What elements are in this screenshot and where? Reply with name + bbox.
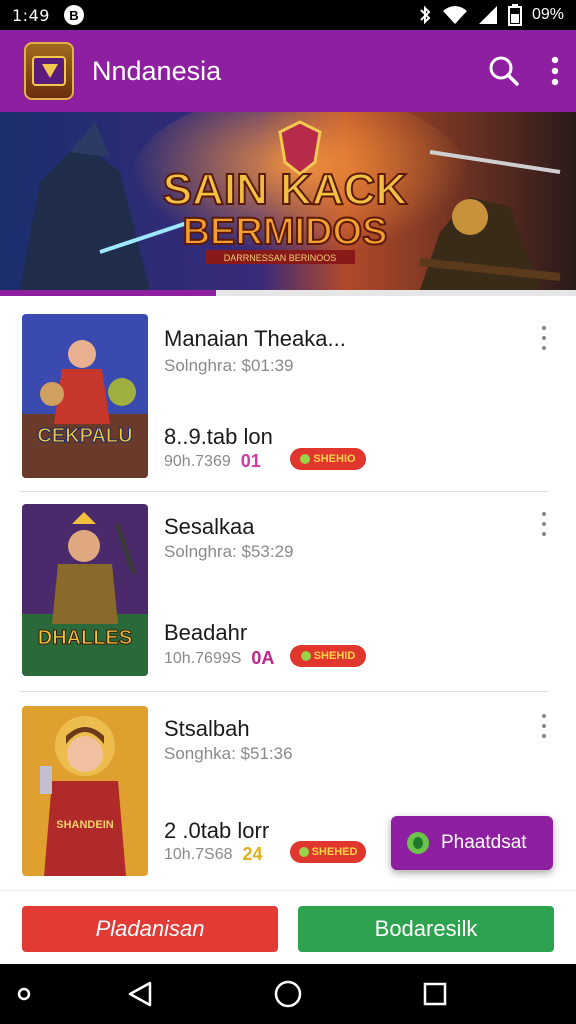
system-nav-bar	[0, 964, 576, 1024]
item-meta-accent: 0A	[251, 648, 275, 668]
list-item[interactable]: DHALLES Sesalkaa Solnghra: $53:29 Beadah…	[0, 492, 576, 692]
item-tag: SHEHID	[290, 645, 366, 667]
item-tag: SHEHED	[290, 841, 366, 863]
fab-icon	[407, 832, 429, 854]
list-item[interactable]: CEKPALU Manaiаn Theaka... Solnghra: $01:…	[0, 296, 576, 492]
bottom-action-bar: Pladanisan Bodaresilk	[0, 890, 576, 964]
thumbnail-label: DHALLES	[38, 627, 132, 649]
item-subtitle: Solnghra: $01:39	[164, 356, 294, 375]
banner-artwork: SAIN KACK BERMIDOS DARRNESSAN BERINOOS	[0, 112, 576, 290]
status-bar: 1:49 B 09%	[0, 0, 576, 30]
item-name: 2 .0tab lorr	[164, 818, 270, 843]
thumbnail: DHALLES	[22, 504, 148, 676]
item-subtitle: Solnghra: $53:29	[164, 542, 294, 561]
banner-title-line2: BERMIDOS	[183, 211, 388, 253]
banner-subtitle: DARRNESSAN BERINOOS	[224, 253, 337, 263]
thumbnail-label: CEKPALU	[37, 425, 132, 447]
more-options-icon[interactable]	[536, 326, 552, 350]
item-meta-accent: 24	[242, 844, 263, 864]
battery-icon	[507, 4, 522, 26]
more-options-icon[interactable]	[536, 512, 552, 536]
home-icon[interactable]	[274, 980, 302, 1008]
app-bar: Nndanesia	[0, 30, 576, 112]
search-icon[interactable]	[488, 55, 520, 87]
more-options-icon[interactable]	[536, 714, 552, 738]
dot-icon[interactable]	[17, 987, 31, 1001]
item-meta-accent: 01	[240, 451, 261, 471]
thumbnail-label: SHANDEIN	[56, 819, 114, 831]
item-meta-value: 10h.7699S	[164, 649, 242, 667]
signal-icon	[478, 6, 497, 24]
app-logo	[24, 42, 74, 100]
item-meta: 10h.7699S 0A	[164, 648, 274, 669]
featured-banner[interactable]: SAIN KACK BERMIDOS DARRNESSAN BERINOOS	[0, 112, 576, 290]
item-name: Beadahr	[164, 620, 248, 645]
app-title: Nndanesia	[92, 55, 222, 86]
fab-label: Phaatdsat	[441, 832, 527, 853]
item-name: 8..9.tab lon	[164, 424, 273, 449]
bluetooth-icon	[420, 5, 431, 25]
thumbnail: CEKPALU	[22, 314, 148, 478]
recents-icon[interactable]	[423, 982, 447, 1006]
item-meta-value: 90h.7369	[164, 452, 231, 470]
notification-badge: B	[63, 5, 84, 25]
item-title: Sesalkaa	[164, 514, 255, 539]
status-icons: 09%	[418, 4, 564, 26]
floating-action-button[interactable]: Phaatdsat	[391, 816, 553, 870]
item-title: Manaiаn Theaka...	[164, 326, 346, 351]
thumbnail: SHANDEIN	[22, 706, 148, 876]
item-meta: 10h.7S68 24	[164, 844, 263, 865]
battery-percent: 09%	[531, 6, 564, 23]
more-vert-icon[interactable]	[550, 56, 560, 86]
item-meta-value: 10h.7S68	[164, 845, 233, 863]
item-title: Stsalbah	[164, 716, 250, 741]
item-tag: SHEHIO	[290, 448, 366, 470]
right-action-button[interactable]: Bodaresilk	[298, 906, 554, 952]
banner-title-line1: SAIN KACK	[163, 165, 408, 214]
wifi-icon	[442, 6, 467, 24]
item-subtitle: Songhka: $51:36	[164, 744, 293, 763]
status-time: 1:49	[12, 5, 50, 25]
left-action-button[interactable]: Pladanisan	[22, 906, 278, 952]
item-meta: 90h.7369 01	[164, 451, 261, 472]
back-icon[interactable]	[128, 981, 152, 1007]
